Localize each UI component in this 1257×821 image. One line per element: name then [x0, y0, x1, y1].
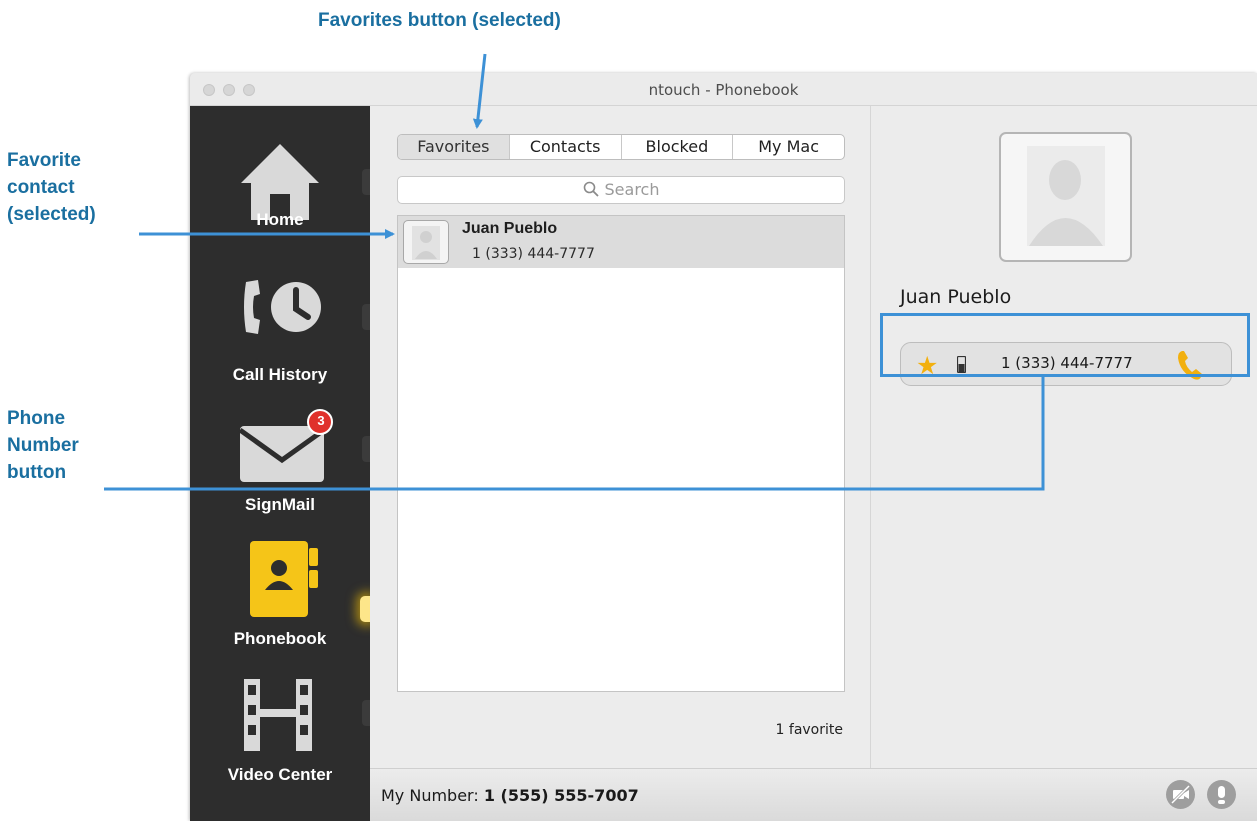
annotated-screenshot: Favorites button (selected) Favorite con… [0, 0, 1257, 821]
leader-phone-number-button [104, 377, 1045, 491]
callout-arrows [104, 53, 1045, 491]
arrow-favorites-button [472, 53, 487, 129]
